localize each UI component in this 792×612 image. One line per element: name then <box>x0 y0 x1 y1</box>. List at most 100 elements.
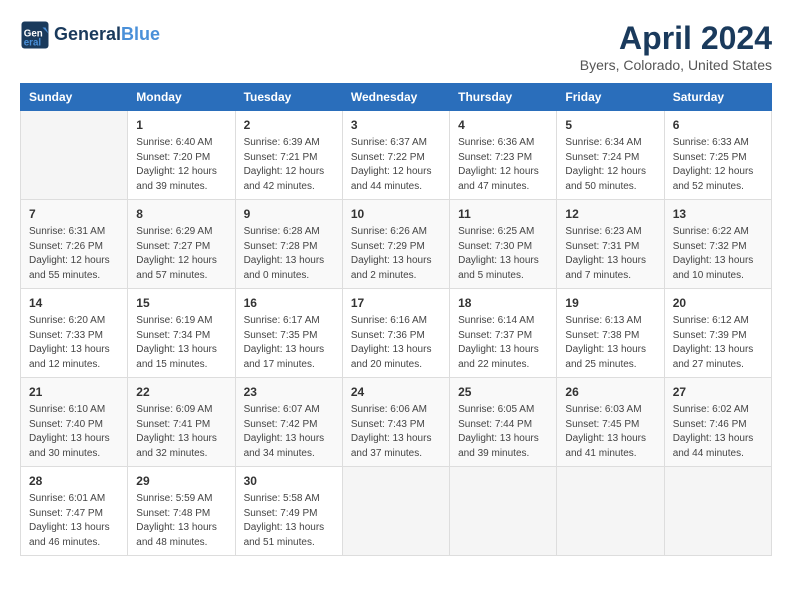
table-cell: 2 Sunrise: 6:39 AMSunset: 7:21 PMDaylight… <box>235 111 342 200</box>
day-number: 26 <box>565 383 655 401</box>
table-cell: 11 Sunrise: 6:25 AMSunset: 7:30 PMDayligh… <box>450 200 557 289</box>
table-cell: 19 Sunrise: 6:13 AMSunset: 7:38 PMDayligh… <box>557 289 664 378</box>
day-number: 10 <box>351 205 441 223</box>
day-number: 30 <box>244 472 334 490</box>
day-number: 5 <box>565 116 655 134</box>
day-number: 1 <box>136 116 226 134</box>
col-sunday: Sunday <box>21 84 128 111</box>
day-number: 6 <box>673 116 763 134</box>
week-row-2: 7Sunrise: 6:31 AMSunset: 7:26 PMDaylight… <box>21 200 772 289</box>
table-cell <box>342 467 449 556</box>
table-cell: 4 Sunrise: 6:36 AMSunset: 7:23 PMDaylight… <box>450 111 557 200</box>
table-cell: 7Sunrise: 6:31 AMSunset: 7:26 PMDaylight… <box>21 200 128 289</box>
cell-content: Sunrise: 6:19 AMSunset: 7:34 PMDaylight:… <box>136 314 226 372</box>
day-number: 22 <box>136 383 226 401</box>
table-cell: 20Sunrise: 6:12 AMSunset: 7:39 PMDayligh… <box>664 289 771 378</box>
cell-content: Sunrise: 6:37 AMSunset: 7:22 PMDaylight:… <box>351 136 441 194</box>
table-cell: 30 Sunrise: 5:58 AMSunset: 7:49 PMDayligh… <box>235 467 342 556</box>
week-row-3: 14 Sunrise: 6:20 AMSunset: 7:33 PMDayligh… <box>21 289 772 378</box>
cell-content: Sunrise: 6:14 AMSunset: 7:37 PMDaylight:… <box>458 314 548 372</box>
day-number: 23 <box>244 383 334 401</box>
col-wednesday: Wednesday <box>342 84 449 111</box>
cell-content: Sunrise: 6:39 AMSunset: 7:21 PMDaylight:… <box>244 136 334 194</box>
col-thursday: Thursday <box>450 84 557 111</box>
table-cell: 13 Sunrise: 6:22 AMSunset: 7:32 PMDayligh… <box>664 200 771 289</box>
logo-line2: Blue <box>121 24 160 44</box>
table-cell <box>664 467 771 556</box>
week-row-5: 28 Sunrise: 6:01 AMSunset: 7:47 PMDayligh… <box>21 467 772 556</box>
day-number: 8 <box>136 205 226 223</box>
svg-text:eral: eral <box>24 38 42 49</box>
day-number: 11 <box>458 205 548 223</box>
cell-content: Sunrise: 6:05 AMSunset: 7:44 PMDaylight:… <box>458 403 548 461</box>
day-number: 21 <box>29 383 119 401</box>
cell-content: Sunrise: 6:01 AMSunset: 7:47 PMDaylight:… <box>29 492 119 550</box>
day-number: 28 <box>29 472 119 490</box>
day-number: 14 <box>29 294 119 312</box>
table-cell: 8 Sunrise: 6:29 AMSunset: 7:27 PMDaylight… <box>128 200 235 289</box>
cell-content: Sunrise: 6:09 AMSunset: 7:41 PMDaylight:… <box>136 403 226 461</box>
table-cell: 3Sunrise: 6:37 AMSunset: 7:22 PMDaylight… <box>342 111 449 200</box>
table-cell: 26 Sunrise: 6:03 AMSunset: 7:45 PMDayligh… <box>557 378 664 467</box>
day-number: 24 <box>351 383 441 401</box>
cell-content: Sunrise: 6:22 AMSunset: 7:32 PMDaylight:… <box>673 225 763 283</box>
cell-content: Sunrise: 6:25 AMSunset: 7:30 PMDaylight:… <box>458 225 548 283</box>
col-friday: Friday <box>557 84 664 111</box>
day-number: 7 <box>29 205 119 223</box>
day-number: 27 <box>673 383 763 401</box>
cell-content: Sunrise: 6:20 AMSunset: 7:33 PMDaylight:… <box>29 314 119 372</box>
cell-content: Sunrise: 5:58 AMSunset: 7:49 PMDaylight:… <box>244 492 334 550</box>
logo-icon: Gen eral <box>20 20 50 50</box>
cell-content: Sunrise: 6:16 AMSunset: 7:36 PMDaylight:… <box>351 314 441 372</box>
day-number: 25 <box>458 383 548 401</box>
col-saturday: Saturday <box>664 84 771 111</box>
cell-content: Sunrise: 6:34 AMSunset: 7:24 PMDaylight:… <box>565 136 655 194</box>
table-cell: 29 Sunrise: 5:59 AMSunset: 7:48 PMDayligh… <box>128 467 235 556</box>
cell-content: Sunrise: 6:23 AMSunset: 7:31 PMDaylight:… <box>565 225 655 283</box>
day-number: 9 <box>244 205 334 223</box>
cell-content: Sunrise: 6:03 AMSunset: 7:45 PMDaylight:… <box>565 403 655 461</box>
day-number: 16 <box>244 294 334 312</box>
table-cell: 28 Sunrise: 6:01 AMSunset: 7:47 PMDayligh… <box>21 467 128 556</box>
cell-content: Sunrise: 6:33 AMSunset: 7:25 PMDaylight:… <box>673 136 763 194</box>
table-cell: 17Sunrise: 6:16 AMSunset: 7:36 PMDayligh… <box>342 289 449 378</box>
day-number: 19 <box>565 294 655 312</box>
location: Byers, Colorado, United States <box>580 57 772 73</box>
week-row-4: 21Sunrise: 6:10 AMSunset: 7:40 PMDayligh… <box>21 378 772 467</box>
table-cell: 21Sunrise: 6:10 AMSunset: 7:40 PMDayligh… <box>21 378 128 467</box>
cell-content: Sunrise: 6:40 AMSunset: 7:20 PMDaylight:… <box>136 136 226 194</box>
table-cell: 24Sunrise: 6:06 AMSunset: 7:43 PMDayligh… <box>342 378 449 467</box>
cell-content: Sunrise: 6:02 AMSunset: 7:46 PMDaylight:… <box>673 403 763 461</box>
cell-content: Sunrise: 6:29 AMSunset: 7:27 PMDaylight:… <box>136 225 226 283</box>
table-cell: 10 Sunrise: 6:26 AMSunset: 7:29 PMDayligh… <box>342 200 449 289</box>
cell-content: Sunrise: 6:17 AMSunset: 7:35 PMDaylight:… <box>244 314 334 372</box>
cell-content: Sunrise: 6:26 AMSunset: 7:29 PMDaylight:… <box>351 225 441 283</box>
table-cell: 18 Sunrise: 6:14 AMSunset: 7:37 PMDayligh… <box>450 289 557 378</box>
table-cell: 9Sunrise: 6:28 AMSunset: 7:28 PMDaylight… <box>235 200 342 289</box>
table-cell: 5 Sunrise: 6:34 AMSunset: 7:24 PMDaylight… <box>557 111 664 200</box>
cell-content: Sunrise: 6:07 AMSunset: 7:42 PMDaylight:… <box>244 403 334 461</box>
table-cell: 14 Sunrise: 6:20 AMSunset: 7:33 PMDayligh… <box>21 289 128 378</box>
day-number: 4 <box>458 116 548 134</box>
table-cell <box>557 467 664 556</box>
page-header: Gen eral GeneralBlue April 2024 Byers, C… <box>20 20 772 73</box>
table-cell <box>21 111 128 200</box>
day-number: 29 <box>136 472 226 490</box>
table-cell: 15 Sunrise: 6:19 AMSunset: 7:34 PMDayligh… <box>128 289 235 378</box>
table-cell: 27 Sunrise: 6:02 AMSunset: 7:46 PMDayligh… <box>664 378 771 467</box>
table-cell: 22 Sunrise: 6:09 AMSunset: 7:41 PMDayligh… <box>128 378 235 467</box>
day-number: 2 <box>244 116 334 134</box>
table-cell: 1 Sunrise: 6:40 AMSunset: 7:20 PMDaylight… <box>128 111 235 200</box>
cell-content: Sunrise: 6:13 AMSunset: 7:38 PMDaylight:… <box>565 314 655 372</box>
table-cell: 6 Sunrise: 6:33 AMSunset: 7:25 PMDaylight… <box>664 111 771 200</box>
logo-text: GeneralBlue <box>54 25 160 45</box>
cell-content: Sunrise: 6:36 AMSunset: 7:23 PMDaylight:… <box>458 136 548 194</box>
day-number: 18 <box>458 294 548 312</box>
day-number: 13 <box>673 205 763 223</box>
day-number: 15 <box>136 294 226 312</box>
month-title: April 2024 <box>580 20 772 57</box>
col-monday: Monday <box>128 84 235 111</box>
cell-content: Sunrise: 5:59 AMSunset: 7:48 PMDaylight:… <box>136 492 226 550</box>
calendar-table: Sunday Monday Tuesday Wednesday Thursday… <box>20 83 772 556</box>
table-cell: 25 Sunrise: 6:05 AMSunset: 7:44 PMDayligh… <box>450 378 557 467</box>
